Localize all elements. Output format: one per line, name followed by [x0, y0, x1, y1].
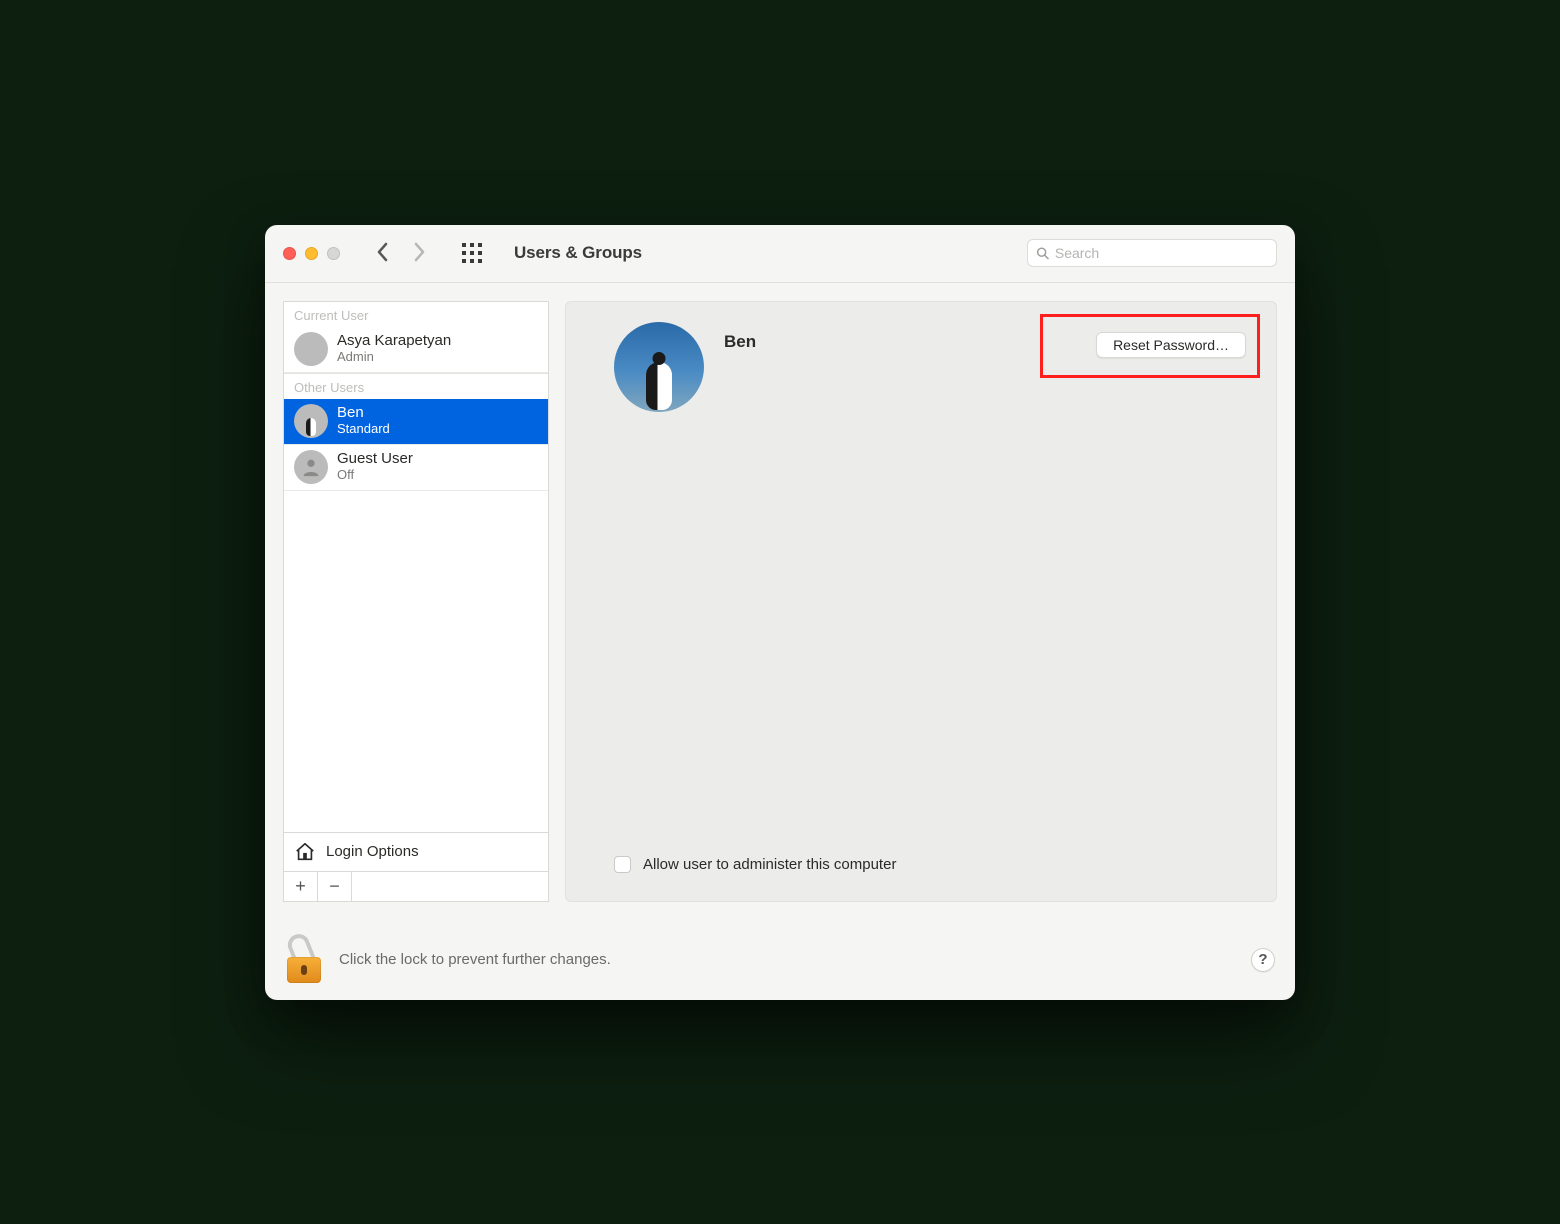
search-icon	[1036, 246, 1049, 260]
avatar	[294, 450, 328, 484]
titlebar: Users & Groups	[265, 225, 1295, 283]
user-role: Admin	[337, 350, 451, 365]
help-button[interactable]: ?	[1251, 948, 1275, 972]
search-field[interactable]	[1027, 239, 1277, 267]
lock-body-icon	[287, 957, 321, 983]
search-input[interactable]	[1055, 245, 1268, 261]
chevron-left-icon	[376, 242, 390, 262]
system-preferences-window: Users & Groups Current User Asya Karapet…	[265, 225, 1295, 1000]
person-icon	[300, 456, 322, 478]
minimize-window-button[interactable]	[305, 247, 318, 260]
login-options-button[interactable]: Login Options	[284, 832, 548, 871]
user-detail-panel: Ben Reset Password… Allow user to admini…	[565, 301, 1277, 902]
other-users-header: Other Users	[284, 374, 548, 399]
sidebar-item-guest[interactable]: Guest User Off	[284, 445, 548, 491]
remove-user-button[interactable]: −	[318, 872, 352, 901]
allow-admin-row: Allow user to administer this computer	[566, 856, 1276, 901]
chevron-right-icon	[412, 242, 426, 262]
pane-title: Users & Groups	[514, 243, 642, 263]
user-name: Asya Karapetyan	[337, 332, 451, 349]
grid-icon	[462, 243, 482, 263]
current-user-header: Current User	[284, 302, 548, 327]
show-all-button[interactable]	[462, 243, 482, 263]
sidebar-item-ben[interactable]: Ben Standard	[284, 399, 548, 445]
reset-password-button[interactable]: Reset Password…	[1096, 332, 1246, 358]
back-button[interactable]	[376, 242, 390, 265]
footer: Click the lock to prevent further change…	[265, 920, 1295, 1000]
add-remove-bar: + −	[284, 871, 548, 901]
sidebar-item-current-user[interactable]: Asya Karapetyan Admin	[284, 327, 548, 373]
add-user-button[interactable]: +	[284, 872, 318, 901]
allow-admin-label: Allow user to administer this computer	[643, 856, 896, 873]
content-area: Current User Asya Karapetyan Admin Other…	[265, 283, 1295, 920]
user-name: Guest User	[337, 450, 413, 467]
nav-arrows	[376, 242, 426, 265]
detail-user-name: Ben	[724, 332, 756, 352]
user-list-sidebar: Current User Asya Karapetyan Admin Other…	[283, 301, 549, 902]
zoom-window-button[interactable]	[327, 247, 340, 260]
user-role: Off	[337, 468, 413, 483]
user-name: Ben	[337, 404, 390, 421]
login-options-label: Login Options	[326, 843, 419, 860]
avatar	[294, 332, 328, 366]
avatar	[294, 404, 328, 438]
window-controls	[283, 247, 340, 260]
allow-admin-checkbox[interactable]	[614, 856, 631, 873]
lock-hint-text: Click the lock to prevent further change…	[339, 951, 611, 968]
house-icon	[294, 841, 316, 863]
user-avatar-large[interactable]	[614, 322, 704, 412]
close-window-button[interactable]	[283, 247, 296, 260]
user-role: Standard	[337, 422, 390, 437]
forward-button[interactable]	[412, 242, 426, 265]
lock-button[interactable]	[285, 937, 323, 983]
